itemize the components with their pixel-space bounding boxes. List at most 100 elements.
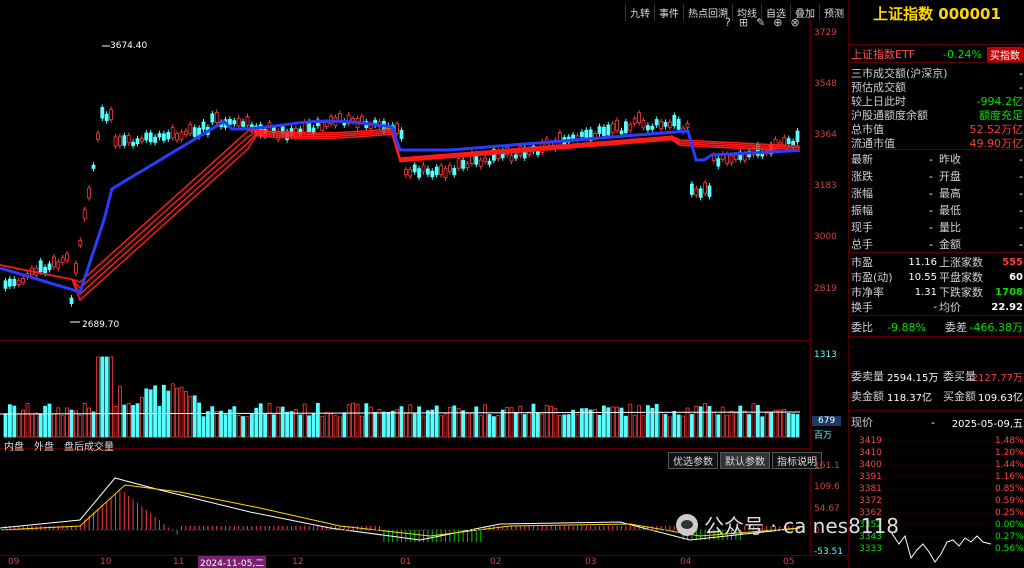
candle-body — [320, 122, 325, 131]
quote-label: 振幅 — [851, 204, 873, 217]
candle-body — [707, 185, 712, 197]
candle-body — [663, 121, 668, 127]
market-stat-row: 较上日此时 -994.2亿 — [851, 94, 1023, 108]
candle-body — [434, 166, 439, 175]
candle-body — [690, 183, 694, 195]
macd-y-label: 109.6 — [814, 482, 840, 492]
buy-index-button[interactable]: 买指数 — [987, 46, 1023, 62]
ma-line-red — [0, 133, 801, 302]
valuation-value: 10.55 — [908, 271, 937, 283]
candle-body — [131, 141, 136, 147]
etf-row: 上证指数ETF -0.24% 买指数 — [851, 46, 1023, 62]
quote-label: 开盘 — [939, 170, 961, 183]
candle-body — [395, 123, 400, 134]
breadth-label: 下跌家数 — [939, 286, 983, 299]
breadth-value: 60 — [1009, 271, 1023, 283]
candle-body — [82, 209, 87, 220]
mini-pct-label: 0.59% — [995, 496, 1024, 506]
volume-bar — [333, 415, 338, 438]
volume-bar — [474, 406, 479, 438]
volume-bar — [558, 414, 562, 438]
volume-bar — [549, 406, 553, 438]
market-stat-row: 流通市值 49.90万亿 — [851, 136, 1023, 150]
candle-body — [487, 160, 492, 165]
candle-body — [337, 113, 342, 121]
quote-row: 涨跌 - 开盘 - — [851, 169, 1023, 184]
y-label: 3000 — [814, 232, 837, 242]
chart-area[interactable]: 九转 事件 热点回溯 均线 自选 叠加 预测 ? ⊞ ✎ ⊕ ⊗ 3729 35… — [0, 0, 848, 568]
valuation-label: 市盈(动) — [851, 271, 893, 284]
volume-bar — [764, 412, 769, 438]
quote-label: 金额 — [939, 238, 961, 251]
quote-dash: - — [1019, 203, 1023, 217]
volume-bar — [738, 405, 743, 438]
volume-bar — [100, 356, 105, 438]
volume-bar — [544, 405, 549, 438]
candle-body — [271, 127, 276, 134]
volume-bar — [329, 413, 334, 438]
quote-dash: - — [929, 152, 933, 166]
candle-body — [280, 126, 285, 135]
volume-bar — [690, 413, 694, 438]
volume-bar — [34, 412, 39, 438]
volume-bar — [417, 406, 422, 438]
candle-body — [447, 164, 452, 172]
intraday-mini-chart[interactable]: 3419 1.48% 3410 1.20% 3400 1.44% 3391 1.16% 3381… — [849, 432, 1024, 568]
volume-bar — [496, 414, 501, 438]
candle-body — [232, 120, 237, 125]
quote-row: 最新 - 昨收 - — [851, 152, 1023, 167]
candle-body — [659, 120, 663, 129]
volume-bar — [654, 403, 659, 438]
x-label: 11 — [173, 557, 185, 567]
volume-bar — [500, 409, 505, 438]
stat-value: - — [1019, 66, 1023, 80]
volume-bar — [298, 414, 303, 438]
mini-pct-label: 0.25% — [995, 508, 1024, 518]
candle-body — [606, 124, 611, 136]
candle-body — [60, 257, 65, 264]
quote-row: 涨幅 - 最高 - — [851, 186, 1023, 201]
volume-bar — [703, 403, 707, 438]
volume-bar — [447, 406, 452, 438]
volume-bar — [139, 396, 144, 438]
valuation-value: - — [933, 301, 937, 313]
toolbar-btn-forecast[interactable]: 预测 — [819, 4, 848, 21]
volume-bar — [289, 411, 294, 438]
volume-bar — [38, 413, 43, 438]
candle-body — [113, 136, 118, 147]
volume-bar — [364, 403, 369, 438]
volume-bar — [509, 407, 514, 438]
volume-bar — [566, 414, 571, 438]
volume-bar — [593, 409, 597, 438]
mini-price-label: 3400 — [859, 460, 882, 470]
candle-body — [38, 260, 43, 273]
volume-bar — [795, 414, 800, 438]
candle-body — [654, 119, 659, 126]
volume-bar — [29, 413, 34, 438]
axis-divider — [810, 20, 811, 555]
quote-dash: - — [929, 220, 933, 234]
volume-bar — [694, 405, 699, 438]
amount-row: 卖金额 118.37亿 买金额 109.63亿 — [851, 389, 1023, 404]
volume-bar — [522, 414, 527, 438]
candle-body — [87, 187, 91, 199]
etf-label[interactable]: 上证指数ETF — [851, 46, 915, 62]
candle-body — [3, 280, 8, 289]
candle-body — [584, 129, 589, 138]
weicha-value: -466.38万 — [969, 321, 1023, 334]
volume-bar — [610, 406, 615, 438]
volume-bar — [659, 411, 663, 438]
volume-bar — [135, 403, 140, 438]
candle-body — [78, 240, 83, 246]
volume-bar — [663, 414, 668, 438]
volume-bar — [412, 413, 417, 438]
candle-body — [628, 124, 633, 131]
divider — [849, 44, 1024, 45]
candle-body — [632, 118, 637, 124]
volume-bar — [197, 402, 202, 438]
candle-body — [716, 158, 721, 167]
weibi-label: 委比 — [851, 321, 873, 334]
volume-bar — [254, 407, 259, 438]
candle-body — [425, 168, 430, 175]
candle-body — [399, 129, 404, 140]
